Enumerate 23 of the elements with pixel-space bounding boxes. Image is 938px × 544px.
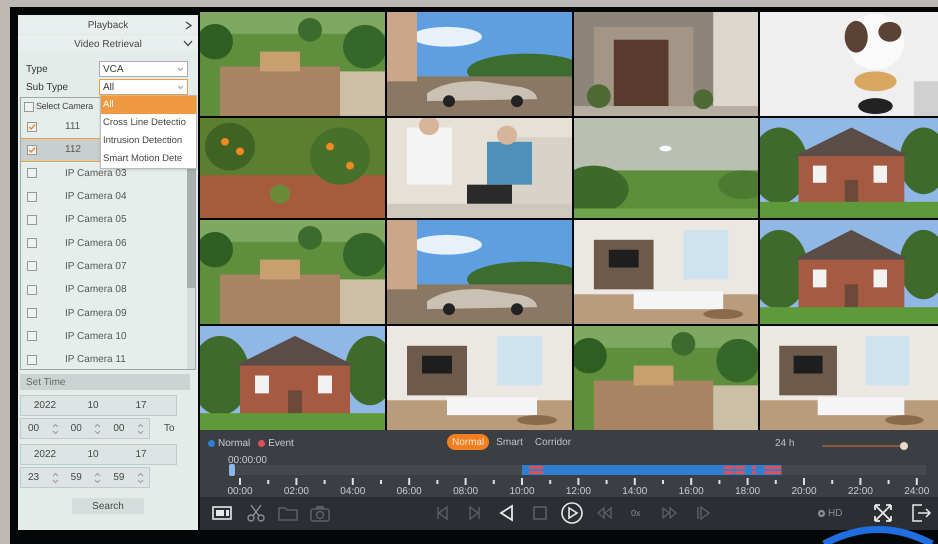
time-tick-label: 12:00 [566,485,591,499]
time-tick-label: 08:00 [453,485,478,499]
time-tick-label: 10:00 [509,485,535,499]
time-tick-label: 06:00 [396,485,422,499]
field-label: Sub Type [25,80,70,94]
to-label: To [164,422,175,436]
legend-label: Event [268,437,294,451]
current-time: 00:00:00 [228,454,267,468]
list-header: Select Camera [36,100,93,113]
time-tick-label: 02:00 [284,485,309,499]
time-tick-label: 00:00 [227,485,253,499]
time-tick-label: 22:00 [848,485,873,499]
time-tick-label: 04:00 [340,485,366,499]
field-label: Type [25,62,49,76]
speed-label: 0x [631,507,641,520]
time-tick-label: 24:00 [904,485,930,499]
time-tick-label: 18:00 [735,485,760,499]
section-header: Set Time [20,374,190,390]
time-tick-label: 20:00 [791,485,817,499]
legend-label: Normal [218,437,250,451]
time-tick-label: 14:00 [622,485,648,499]
zoom-label: 24 h [775,437,794,451]
time-tick-label: 16:00 [678,485,704,499]
